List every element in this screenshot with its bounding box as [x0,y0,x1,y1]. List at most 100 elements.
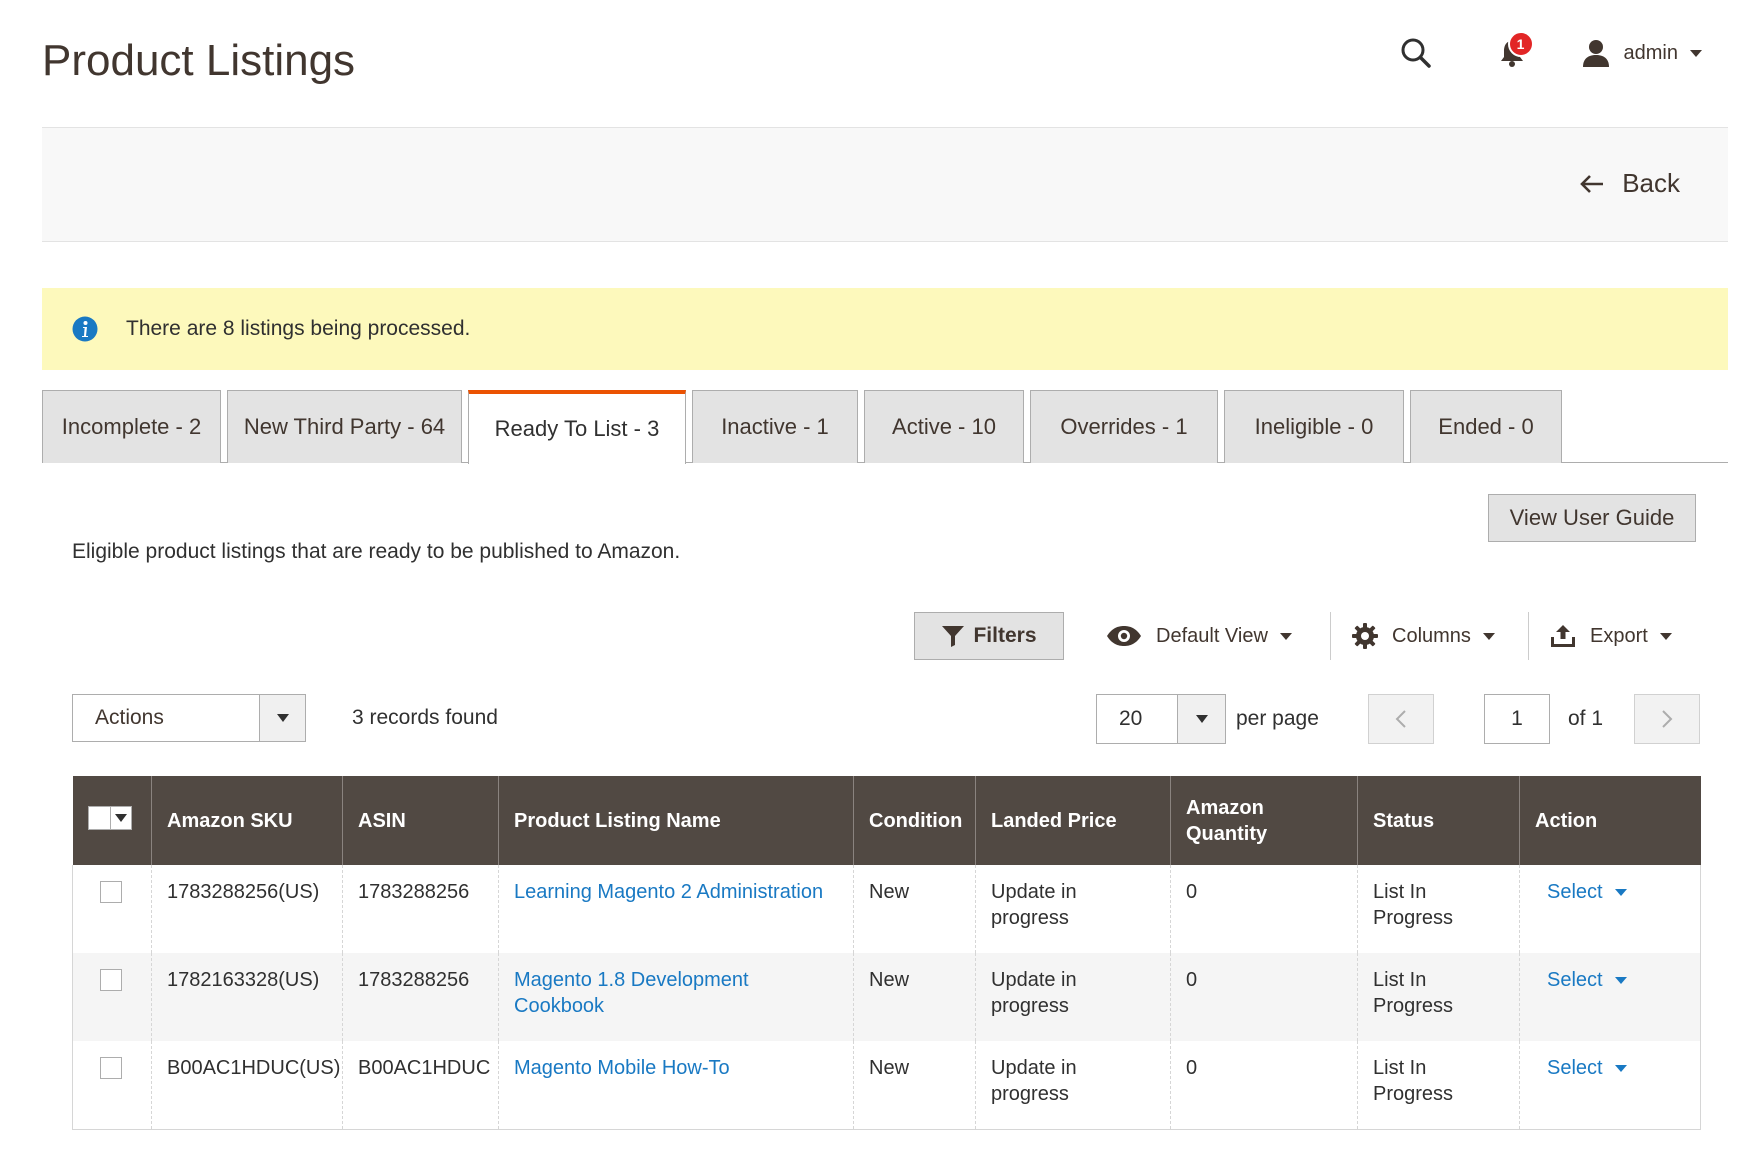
next-page-button[interactable] [1634,694,1700,744]
column-header-condition[interactable]: Condition [853,776,976,865]
message-text: There are 8 listings being processed. [126,317,471,340]
export-label: Export [1590,624,1648,647]
back-label: Back [1622,168,1680,198]
filters-button[interactable]: Filters [914,612,1064,660]
user-icon [1582,39,1610,67]
records-found: 3 records found [352,706,498,729]
column-header-amazon-sku[interactable]: Amazon SKU [151,776,343,865]
table-row: 1783288256(US) 1783288256 Learning Magen… [72,865,1701,953]
row-checkbox[interactable] [100,881,122,903]
view-switcher[interactable]: Default View [1106,612,1292,660]
tab-incomplete[interactable]: Incomplete - 2 [42,390,221,463]
row-checkbox[interactable] [100,1057,122,1079]
mass-select-control[interactable] [87,805,132,830]
gear-icon [1352,623,1378,649]
cell-amazon-sku: B00AC1HDUC(US) [151,1041,343,1130]
table-row: 1782163328(US) 1783288256 Magento 1.8 De… [72,953,1701,1041]
chevron-down-icon [1690,49,1702,57]
row-checkbox[interactable] [100,969,122,991]
listing-tabs: Incomplete - 2 New Third Party - 64 Read… [42,390,1728,464]
tab-overrides[interactable]: Overrides - 1 [1030,390,1218,463]
header-actions: 1 admin [1396,30,1702,76]
dropdown-toggle[interactable] [259,695,305,741]
row-action-select[interactable]: Select [1547,1055,1627,1081]
chevron-down-icon [1659,632,1672,640]
cell-amazon-quantity: 0 [1170,953,1358,1041]
export-control[interactable]: Export [1550,612,1672,660]
cell-status: List In Progress [1357,865,1520,953]
filters-label: Filters [973,624,1037,647]
cell-asin: 1783288256 [342,953,499,1041]
user-name: admin [1623,41,1678,64]
arrow-left-icon [1580,174,1604,194]
column-header-action: Action [1519,776,1701,865]
row-action-label: Select [1547,1057,1603,1079]
per-page-select[interactable]: 20 [1096,694,1226,744]
column-header-landed-price[interactable]: Landed Price [975,776,1171,865]
tab-ineligible[interactable]: Ineligible - 0 [1224,390,1404,463]
tab-description: Eligible product listings that are ready… [72,540,681,563]
chevron-down-icon [1614,888,1627,896]
eye-icon [1106,625,1142,647]
column-header-amazon-quantity[interactable]: Amazon Quantity [1170,776,1358,865]
tab-ready-to-list[interactable]: Ready To List - 3 [468,390,686,464]
columns-label: Columns [1392,624,1471,647]
chevron-right-icon [1661,709,1673,729]
view-user-guide-button[interactable]: View User Guide [1488,494,1696,542]
column-header-asin[interactable]: ASIN [342,776,499,865]
current-page-input[interactable] [1484,694,1550,744]
toolbar-divider [1330,612,1331,660]
export-icon [1550,624,1576,648]
row-action-select[interactable]: Select [1547,967,1627,993]
info-message: There are 8 listings being processed. [42,288,1728,370]
product-listing-link[interactable]: Learning Magento 2 Administration [514,881,823,903]
columns-control[interactable]: Columns [1352,612,1495,660]
listings-grid: Amazon SKU ASIN Product Listing Name Con… [72,776,1701,1130]
cell-condition: New [853,953,976,1041]
tab-ended[interactable]: Ended - 0 [1410,390,1562,463]
toolbar-divider [1528,612,1529,660]
cell-status: List In Progress [1357,953,1520,1041]
dropdown-toggle[interactable] [1177,695,1225,743]
cell-amazon-quantity: 0 [1170,1041,1358,1130]
select-all-checkbox[interactable] [88,806,111,829]
mass-select-header [72,776,152,865]
row-action-select[interactable]: Select [1547,879,1627,905]
cell-amazon-quantity: 0 [1170,865,1358,953]
chevron-left-icon [1395,709,1407,729]
tab-new-third-party[interactable]: New Third Party - 64 [227,390,462,463]
info-icon [72,316,98,342]
chevron-down-icon [1482,632,1495,640]
table-row: B00AC1HDUC(US) B00AC1HDUC Magento Mobile… [72,1041,1701,1130]
chevron-down-icon [1195,715,1208,723]
tab-active[interactable]: Active - 10 [864,390,1024,463]
search-icon [1400,37,1432,69]
page-title: Product Listings [42,36,356,85]
filter-icon [941,625,965,647]
column-header-status[interactable]: Status [1357,776,1520,865]
cell-amazon-sku: 1783288256(US) [151,865,343,953]
chevron-down-icon [1279,632,1292,640]
tab-inactive[interactable]: Inactive - 1 [692,390,858,463]
row-action-label: Select [1547,881,1603,903]
view-label: Default View [1156,624,1268,647]
cell-condition: New [853,865,976,953]
back-button[interactable]: Back [1580,168,1680,199]
user-account-menu[interactable]: admin [1582,39,1702,67]
cell-status: List In Progress [1357,1041,1520,1130]
product-listing-link[interactable]: Magento 1.8 Development Cookbook [514,969,749,1017]
previous-page-button[interactable] [1368,694,1434,744]
product-listing-link[interactable]: Magento Mobile How-To [514,1057,730,1079]
grid-header-row: Amazon SKU ASIN Product Listing Name Con… [72,776,1701,865]
chevron-down-icon[interactable] [110,806,131,829]
cell-asin: B00AC1HDUC [342,1041,499,1130]
search-button[interactable] [1396,33,1436,73]
per-page-label: per page [1236,707,1319,730]
chevron-down-icon [1614,1064,1627,1072]
per-page-value: 20 [1119,707,1143,730]
mass-actions-dropdown[interactable]: Actions [72,694,306,742]
cell-amazon-sku: 1782163328(US) [151,953,343,1041]
notifications-button[interactable]: 1 [1492,31,1534,73]
cell-asin: 1783288256 [342,865,499,953]
column-header-product-listing-name[interactable]: Product Listing Name [498,776,854,865]
